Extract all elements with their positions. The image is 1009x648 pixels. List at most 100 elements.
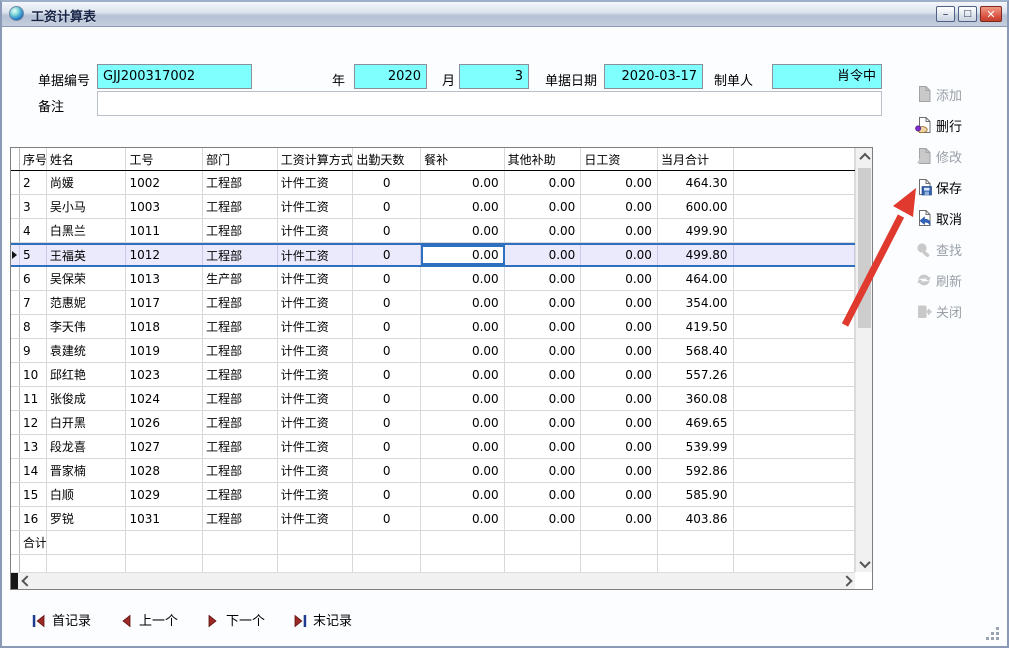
table-cell[interactable]: 0.00 <box>421 363 505 386</box>
table-cell[interactable]: 0 <box>353 171 421 194</box>
table-cell[interactable]: 1031 <box>126 507 203 530</box>
table-cell[interactable]: 354.00 <box>658 291 734 314</box>
table-cell[interactable]: 1019 <box>126 339 203 362</box>
table-cell[interactable]: 0.00 <box>505 363 582 386</box>
table-cell[interactable]: 0.00 <box>505 171 582 194</box>
table-cell[interactable]: 0.00 <box>581 315 658 338</box>
table-cell[interactable]: 1003 <box>126 195 203 218</box>
table-cell[interactable]: 1002 <box>126 171 203 194</box>
table-cell[interactable]: 吴小马 <box>47 195 127 218</box>
table-cell[interactable]: 0 <box>353 339 421 362</box>
table-cell[interactable]: 计件工资 <box>278 267 354 290</box>
table-cell[interactable]: 李天伟 <box>47 315 127 338</box>
scroll-up-button[interactable] <box>856 148 873 165</box>
table-cell[interactable]: 0.00 <box>421 245 505 265</box>
table-cell[interactable]: 8 <box>20 315 47 338</box>
table-cell[interactable]: 生产部 <box>203 267 278 290</box>
table-cell[interactable]: 464.00 <box>658 267 734 290</box>
table-cell[interactable]: 9 <box>20 339 47 362</box>
table-row[interactable]: 9袁建统1019工程部计件工资00.000.000.00568.40 <box>11 339 855 363</box>
table-cell[interactable]: 0.00 <box>581 171 658 194</box>
last-record-button[interactable]: 末记录 <box>293 610 352 629</box>
table-cell[interactable]: 计件工资 <box>278 411 354 434</box>
table-row[interactable]: 16罗锐1031工程部计件工资00.000.000.00403.86 <box>11 507 855 531</box>
table-cell[interactable]: 0.00 <box>505 267 582 290</box>
table-cell[interactable]: 16 <box>20 507 47 530</box>
table-row[interactable]: 11张俊成1024工程部计件工资00.000.000.00360.08 <box>11 387 855 411</box>
table-cell[interactable]: 6 <box>20 267 47 290</box>
table-cell[interactable]: 工程部 <box>203 435 278 458</box>
table-row[interactable]: 6吴保荣1013生产部计件工资00.000.000.00464.00 <box>11 267 855 291</box>
table-cell[interactable]: 0.00 <box>581 219 658 242</box>
table-row[interactable]: 2尚媛1002工程部计件工资00.000.000.00464.30 <box>11 171 855 195</box>
table-cell[interactable]: 0.00 <box>421 411 505 434</box>
table-row[interactable]: 15白顺1029工程部计件工资00.000.000.00585.90 <box>11 483 855 507</box>
vertical-scroll-thumb[interactable] <box>858 168 871 328</box>
table-cell[interactable]: 539.99 <box>658 435 734 458</box>
table-row[interactable]: 10邱红艳1023工程部计件工资00.000.000.00557.26 <box>11 363 855 387</box>
table-cell[interactable]: 0.00 <box>581 459 658 482</box>
column-header[interactable]: 部门 <box>203 148 278 170</box>
table-row[interactable]: 13段龙喜1027工程部计件工资00.000.000.00539.99 <box>11 435 855 459</box>
column-header[interactable]: 其他补助 <box>505 148 582 170</box>
table-cell[interactable]: 尚媛 <box>47 171 127 194</box>
table-cell[interactable]: 计件工资 <box>278 363 354 386</box>
table-cell[interactable]: 0.00 <box>421 171 505 194</box>
table-cell[interactable]: 0.00 <box>505 507 582 530</box>
year-field[interactable]: 2020 <box>354 64 427 89</box>
table-cell[interactable]: 0.00 <box>421 435 505 458</box>
table-cell[interactable]: 557.26 <box>658 363 734 386</box>
table-cell[interactable]: 0.00 <box>505 245 582 265</box>
table-cell[interactable]: 0.00 <box>581 291 658 314</box>
table-cell[interactable]: 计件工资 <box>278 219 354 242</box>
table-cell[interactable]: 464.30 <box>658 171 734 194</box>
table-cell[interactable]: 工程部 <box>203 291 278 314</box>
vertical-scrollbar[interactable] <box>855 148 872 572</box>
table-cell[interactable]: 0.00 <box>505 411 582 434</box>
table-cell[interactable]: 12 <box>20 411 47 434</box>
table-cell[interactable]: 0.00 <box>505 459 582 482</box>
column-header[interactable]: 餐补 <box>421 148 505 170</box>
table-cell[interactable]: 0.00 <box>421 507 505 530</box>
previous-record-button[interactable]: 上一个 <box>119 610 178 629</box>
table-cell[interactable]: 0.00 <box>581 267 658 290</box>
minimize-button[interactable]: _ <box>936 6 955 22</box>
column-header[interactable]: 姓名 <box>47 148 127 170</box>
table-cell[interactable]: 469.65 <box>658 411 734 434</box>
table-cell[interactable]: 0 <box>353 435 421 458</box>
table-row[interactable]: 12白开黑1026工程部计件工资00.000.000.00469.65 <box>11 411 855 435</box>
table-cell[interactable]: 0.00 <box>581 435 658 458</box>
table-cell[interactable]: 0.00 <box>581 195 658 218</box>
table-cell[interactable]: 0.00 <box>505 195 582 218</box>
table-cell[interactable]: 3 <box>20 195 47 218</box>
table-cell[interactable]: 0 <box>353 315 421 338</box>
table-cell[interactable]: 计件工资 <box>278 245 354 265</box>
table-cell[interactable]: 工程部 <box>203 339 278 362</box>
table-cell[interactable]: 1012 <box>126 245 203 265</box>
table-cell[interactable]: 7 <box>20 291 47 314</box>
table-cell[interactable]: 白黑兰 <box>47 219 127 242</box>
table-cell[interactable]: 工程部 <box>203 363 278 386</box>
table-cell[interactable]: 工程部 <box>203 195 278 218</box>
table-cell[interactable]: 15 <box>20 483 47 506</box>
column-header[interactable] <box>734 148 855 170</box>
table-cell[interactable]: 1018 <box>126 315 203 338</box>
table-cell[interactable]: 计件工资 <box>278 507 354 530</box>
table-cell[interactable]: 2 <box>20 171 47 194</box>
table-cell[interactable]: 1011 <box>126 219 203 242</box>
table-cell[interactable]: 计件工资 <box>278 339 354 362</box>
table-cell[interactable]: 600.00 <box>658 195 734 218</box>
column-header[interactable]: 当月合计 <box>658 148 734 170</box>
table-cell[interactable]: 0.00 <box>505 435 582 458</box>
column-header[interactable]: 序号 <box>20 148 47 170</box>
table-cell[interactable]: 工程部 <box>203 387 278 410</box>
table-cell[interactable]: 计件工资 <box>278 435 354 458</box>
first-record-button[interactable]: 首记录 <box>32 610 91 629</box>
table-cell[interactable]: 1027 <box>126 435 203 458</box>
scroll-down-button[interactable] <box>856 555 873 572</box>
column-header[interactable]: 日工资 <box>581 148 658 170</box>
scroll-right-button[interactable] <box>838 573 855 590</box>
table-cell[interactable]: 白开黑 <box>47 411 127 434</box>
table-cell[interactable]: 段龙喜 <box>47 435 127 458</box>
table-cell[interactable]: 11 <box>20 387 47 410</box>
